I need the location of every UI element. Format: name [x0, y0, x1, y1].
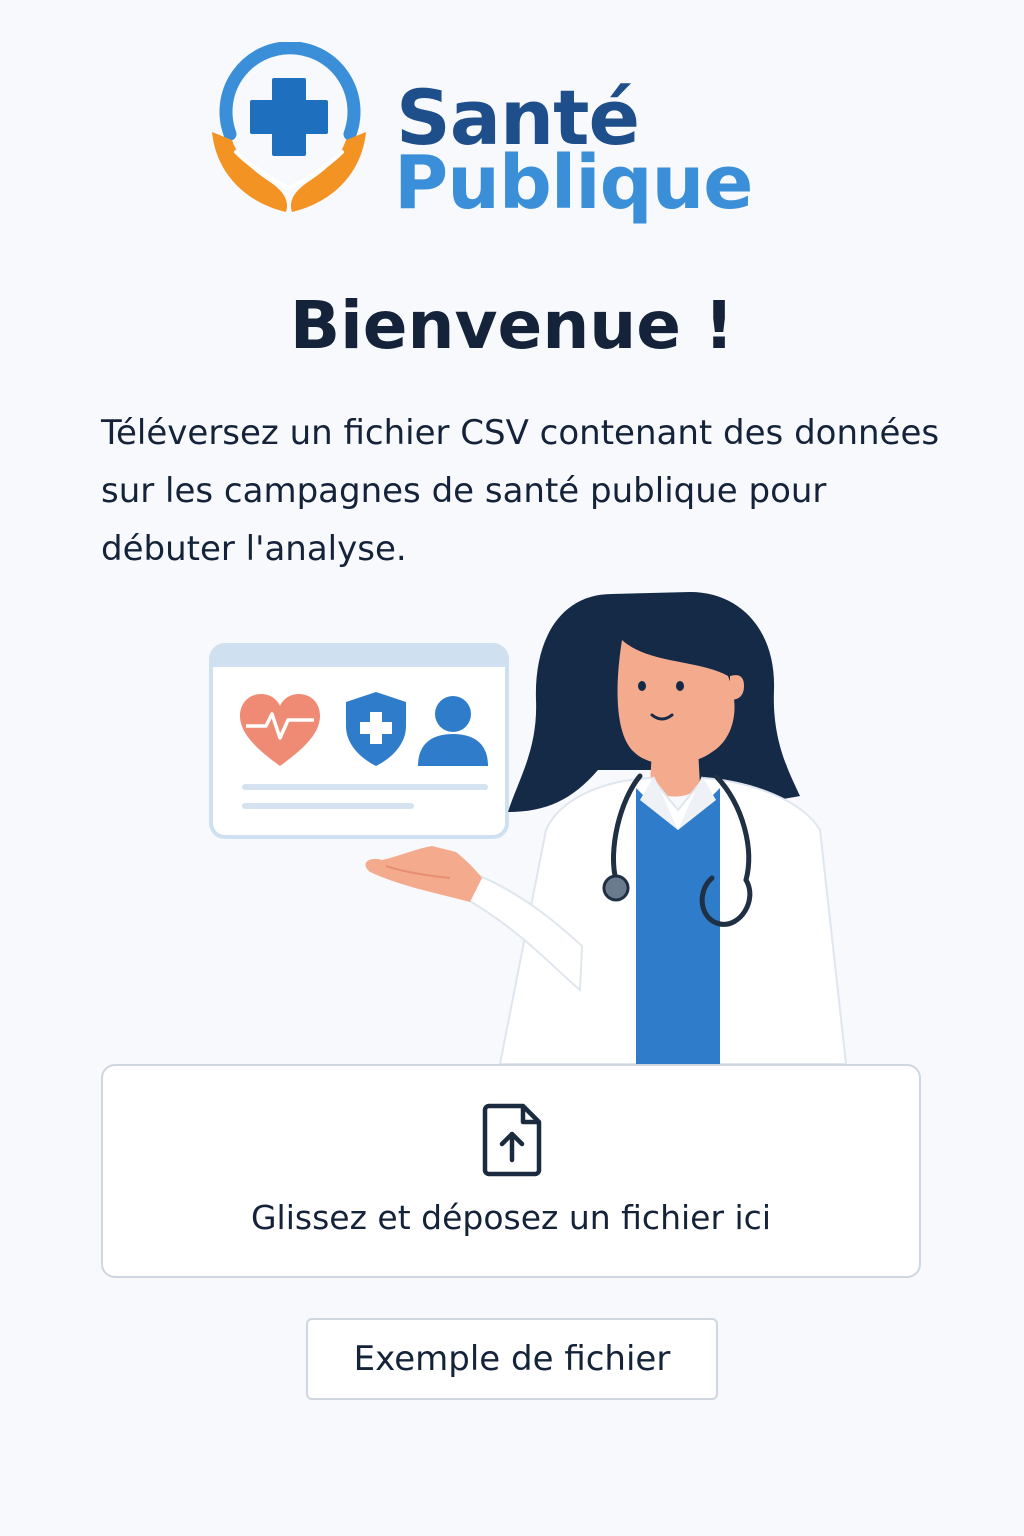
brand-name-line-2: Publique: [394, 140, 753, 226]
doctor-illustration: [209, 592, 848, 1064]
cross-in-hands-icon: [212, 42, 366, 212]
page-title: Bienvenue !: [289, 287, 735, 364]
info-card: [209, 643, 509, 839]
dropzone-label: Glissez et déposez un fichier ici: [250, 1198, 771, 1237]
example-file-button[interactable]: Exemple de fichier: [306, 1318, 718, 1400]
brand-logo: Santé Publique: [208, 42, 788, 232]
intro-description: Téléversez un fichier CSV contenant des …: [101, 413, 940, 569]
file-dropzone[interactable]: Glissez et déposez un fichier ici: [101, 1064, 921, 1278]
file-upload-icon: [482, 1103, 542, 1177]
